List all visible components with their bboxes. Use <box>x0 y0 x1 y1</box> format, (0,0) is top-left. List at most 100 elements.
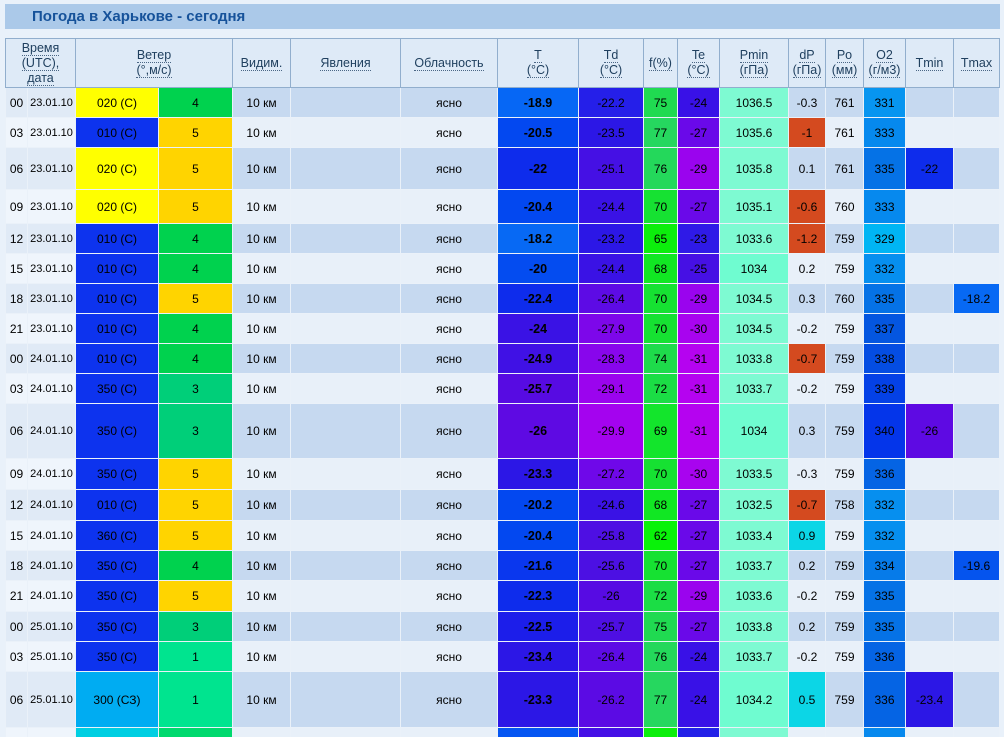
cloudiness-cell: ясно <box>400 550 498 581</box>
wind-speed-cell: 5 <box>158 117 233 148</box>
oxygen-cell: 335 <box>863 147 906 190</box>
humidity-cell: 77 <box>643 671 678 728</box>
temperature-cell: -20.5 <box>497 117 579 148</box>
col-header-time-label[interactable]: Время <box>21 40 60 56</box>
temperature-cell: -21.6 <box>497 550 579 581</box>
effective-temperature-cell: -30 <box>677 313 720 344</box>
table-row: 06 23.01.10 020 (С) 5 10 км ясно -22 -25.1 76 -29… <box>5 147 1000 190</box>
oxygen-cell: 335 <box>863 611 906 642</box>
tmin-cell <box>905 580 954 612</box>
dewpoint-cell: -25.8 <box>578 520 644 551</box>
pressure-tendency-cell: -1.2 <box>788 223 826 254</box>
col-header-pmin-label-2[interactable]: (гПа) <box>739 63 769 78</box>
time-cell <box>5 727 28 737</box>
col-header-t-label[interactable]: T <box>534 48 542 63</box>
tmax-cell <box>953 489 1000 521</box>
pressure-mm-cell: 759 <box>825 253 864 284</box>
table-body: 00 23.01.10 020 (С) 4 10 км ясно -18.9 -22.2 75-… <box>5 87 1000 737</box>
pressure-tendency-cell: -0.7 <box>788 343 826 374</box>
table-row: 12 24.01.10 010 (С) 5 10 км ясно -20.2 -24.6 68-… <box>5 489 1000 521</box>
wind-speed-cell: 5 <box>158 189 233 224</box>
humidity-cell: 62 <box>643 520 678 551</box>
visibility-cell: 10 км <box>232 373 291 404</box>
oxygen-cell: 331 <box>863 87 906 118</box>
tmax-cell <box>953 641 1000 672</box>
wind-direction-cell: 010 (С) <box>75 283 159 314</box>
col-header-t-label-2[interactable]: (°C) <box>526 63 550 78</box>
time-cell: 21 <box>5 580 28 612</box>
tmax-cell <box>953 520 1000 551</box>
humidity-cell: 69 <box>643 403 678 459</box>
phenomena-cell <box>290 117 401 148</box>
col-header-dp-label-2[interactable]: (гПа) <box>792 63 822 78</box>
col-header-pmin-label[interactable]: Pmin <box>739 48 769 63</box>
effective-temperature-cell: -27 <box>677 520 720 551</box>
visibility-cell: 10 км <box>232 117 291 148</box>
wind-direction-cell: 350 (С) <box>75 458 159 490</box>
visibility-cell: 10 км <box>232 489 291 521</box>
humidity-cell: 70 <box>643 550 678 581</box>
wind-direction-cell: 020 (С) <box>75 189 159 224</box>
temperature-cell: -24.9 <box>497 343 579 374</box>
visibility-cell <box>232 727 291 737</box>
tmax-cell <box>953 189 1000 224</box>
oxygen-cell: 332 <box>863 489 906 521</box>
temperature-cell: -20.2 <box>497 489 579 521</box>
effective-temperature-cell: -27 <box>677 550 720 581</box>
col-header-wind-label-2[interactable]: (°,м/с) <box>136 63 172 78</box>
oxygen-cell: 334 <box>863 550 906 581</box>
wind-speed-cell: 5 <box>158 489 233 521</box>
dewpoint-cell: -26.2 <box>578 671 644 728</box>
visibility-cell: 10 км <box>232 343 291 374</box>
phenomena-cell <box>290 223 401 254</box>
pressure-mm-cell: 759 <box>825 373 864 404</box>
visibility-cell: 10 км <box>232 253 291 284</box>
col-header-f-label[interactable]: f(%) <box>649 55 672 71</box>
page-title: Погода в Харькове - сегодня <box>5 4 1000 29</box>
date-cell: 24.01.10 <box>27 403 76 459</box>
table-row: 03 23.01.10 010 (С) 5 10 км ясно -20.5 -23.5 77-… <box>5 117 1000 148</box>
col-header-phenomena-label[interactable]: Явления <box>320 55 371 71</box>
dewpoint-cell: -25.1 <box>578 147 644 190</box>
pressure-tendency-cell: -0.3 <box>788 87 826 118</box>
col-header-wind-label[interactable]: Ветер <box>136 48 172 63</box>
phenomena-cell <box>290 611 401 642</box>
wind-direction-cell: 020 (С) <box>75 87 159 118</box>
wind-direction-cell: 300 (СЗ) <box>75 671 159 728</box>
temperature-cell: -20 <box>497 253 579 284</box>
col-header-te-label[interactable]: Te <box>691 48 706 63</box>
tmax-cell <box>953 727 1000 737</box>
col-header-po-label[interactable]: Po <box>836 48 853 63</box>
table-row: 18 23.01.10 010 (С) 5 10 км ясно -22.4 -26.4 70-… <box>5 283 1000 314</box>
col-header-dp-label[interactable]: dP <box>799 48 815 63</box>
col-header-tmin-label[interactable]: Tmin <box>915 55 944 71</box>
wind-direction-cell <box>75 727 159 737</box>
pressure-mm-cell: 759 <box>825 458 864 490</box>
tmin-cell <box>905 373 954 404</box>
wind-speed-cell: 5 <box>158 580 233 612</box>
col-header-wind: Ветер (°,м/с) <box>75 38 233 88</box>
col-header-visibility-label[interactable]: Видим. <box>240 55 283 71</box>
humidity-cell: 75 <box>643 87 678 118</box>
humidity-cell: 72 <box>643 373 678 404</box>
date-cell: 23.01.10 <box>27 253 76 284</box>
dewpoint-cell: -24.4 <box>578 189 644 224</box>
col-header-te-label-2[interactable]: (°C) <box>687 63 710 78</box>
col-header-o2-label-2[interactable]: (г/м3) <box>868 63 901 78</box>
col-header-tmax-label[interactable]: Tmax <box>960 55 993 71</box>
col-header-time-label-2[interactable]: (UTC), дата <box>21 55 60 86</box>
col-header-po-label-2[interactable]: (мм) <box>831 63 858 78</box>
tmin-cell <box>905 458 954 490</box>
wind-speed-cell: 4 <box>158 253 233 284</box>
col-header-td-label[interactable]: Td <box>603 48 619 63</box>
col-header-cloudiness-label[interactable]: Облачность <box>414 55 484 71</box>
col-header-o2-label[interactable]: O2 <box>876 48 893 63</box>
wind-direction-cell: 010 (С) <box>75 343 159 374</box>
oxygen-cell: 335 <box>863 580 906 612</box>
time-cell: 18 <box>5 283 28 314</box>
tmax-cell <box>953 671 1000 728</box>
cloudiness-cell: ясно <box>400 403 498 459</box>
col-header-td-label-2[interactable]: (°C) <box>599 63 623 78</box>
dewpoint-cell: -24.6 <box>578 489 644 521</box>
phenomena-cell <box>290 403 401 459</box>
